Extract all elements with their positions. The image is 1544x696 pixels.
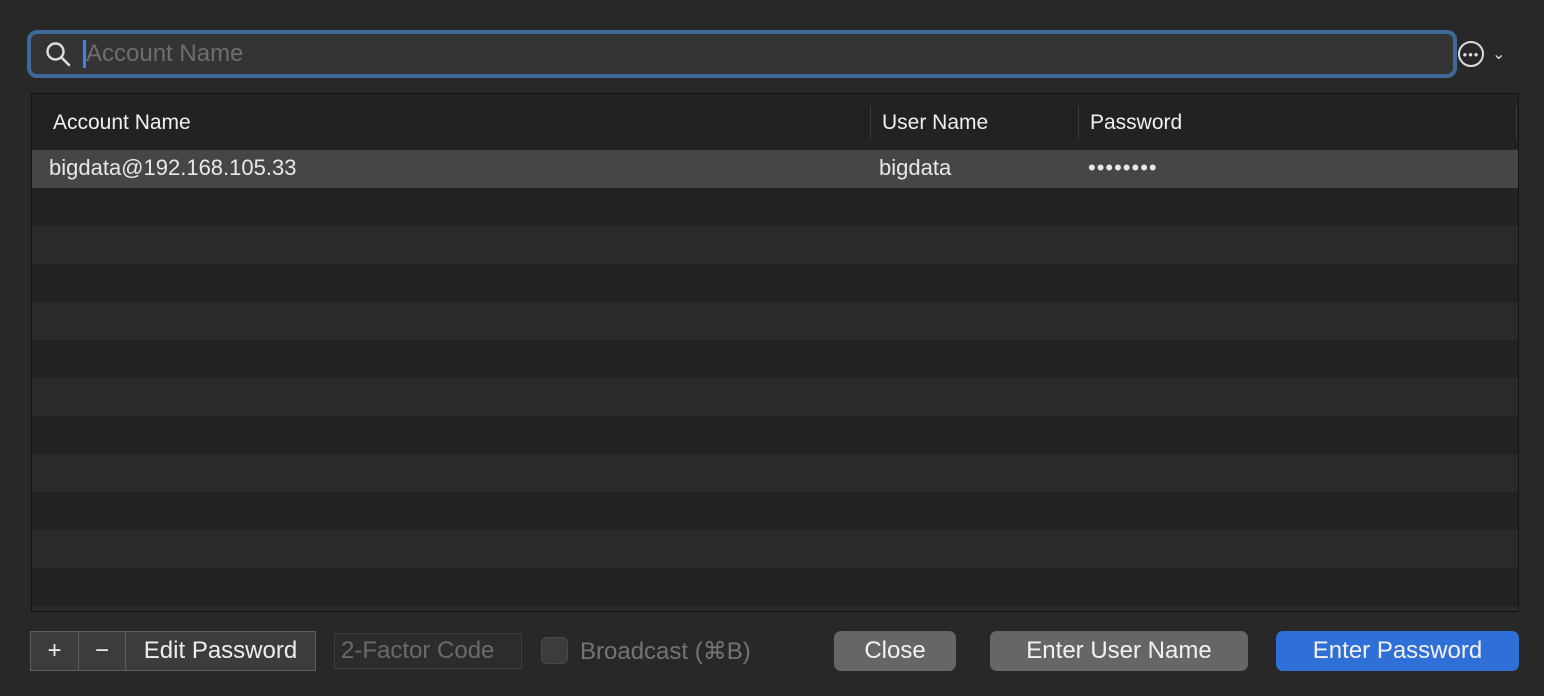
empty-row [32, 530, 1518, 568]
empty-row [32, 188, 1518, 226]
column-header-account-name[interactable]: Account Name [53, 108, 191, 138]
column-header-password[interactable]: Password [1090, 108, 1182, 138]
search-input[interactable] [86, 40, 1386, 68]
empty-row [32, 226, 1518, 264]
empty-row [32, 568, 1518, 606]
edit-password-button[interactable]: Edit Password [126, 632, 315, 670]
empty-row [32, 492, 1518, 530]
password-cell: •••••••• [1088, 155, 1158, 180]
accounts-table: Account Name User Name Password bigdata@… [31, 93, 1519, 612]
add-button[interactable]: + [31, 632, 79, 670]
empty-row [32, 454, 1518, 492]
table-header: Account Name User Name Password [32, 94, 1518, 150]
search-field[interactable] [27, 30, 1457, 78]
column-header-user-name[interactable]: User Name [882, 108, 988, 138]
account-name-cell: bigdata@192.168.105.33 [49, 155, 297, 180]
empty-row [32, 302, 1518, 340]
more-options-icon[interactable]: ••• [1458, 41, 1484, 67]
chevron-down-icon[interactable]: ⌄ [1492, 44, 1505, 64]
user-name-cell: bigdata [879, 155, 952, 180]
search-icon [46, 42, 71, 67]
table-row[interactable]: bigdata@192.168.105.33 bigdata •••••••• [32, 150, 1518, 188]
enter-password-button[interactable]: Enter Password [1276, 631, 1519, 671]
empty-row [32, 606, 1518, 611]
two-factor-code-field[interactable]: 2-Factor Code [334, 633, 522, 669]
empty-row [32, 378, 1518, 416]
enter-user-name-button[interactable]: Enter User Name [990, 631, 1248, 671]
remove-button[interactable]: − [79, 632, 126, 670]
empty-row [32, 264, 1518, 302]
account-actions-segmented: + − Edit Password [30, 631, 316, 671]
empty-row [32, 340, 1518, 378]
empty-row [32, 416, 1518, 454]
broadcast-label[interactable]: Broadcast (⌘B) [580, 637, 751, 677]
broadcast-checkbox[interactable] [541, 637, 568, 664]
close-button[interactable]: Close [834, 631, 956, 671]
